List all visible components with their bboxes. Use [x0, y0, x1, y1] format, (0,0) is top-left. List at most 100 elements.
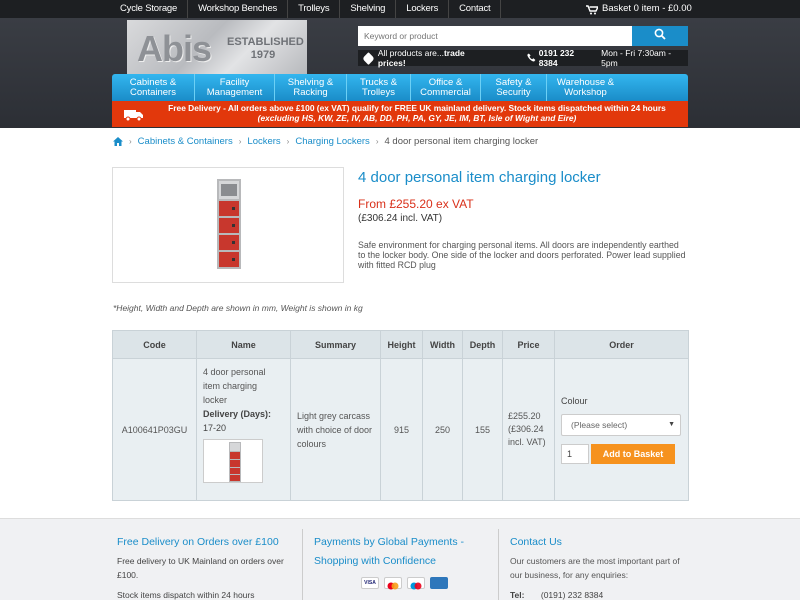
breadcrumb-current: 4 door personal item charging locker — [384, 136, 539, 147]
category-trucks-trolleys[interactable]: Trucks & Trolleys — [346, 74, 410, 101]
search-input[interactable] — [358, 26, 632, 46]
category-facility-management[interactable]: Facility Management — [194, 74, 274, 101]
category-label: Facility Management — [206, 76, 263, 98]
home-icon[interactable] — [113, 137, 123, 146]
product-image[interactable] — [112, 167, 344, 283]
tel-number[interactable]: (0191) 232 8384 — [541, 590, 603, 600]
col-header-summary: Summary — [290, 330, 381, 359]
topnav-lockers[interactable]: Lockers — [395, 0, 448, 18]
phone-info: 0191 232 8384 Mon - Fri 7:30am - 5pm — [526, 48, 688, 68]
category-label: Warehouse & Workshop — [556, 76, 615, 98]
delivery-days-label: Delivery (Days): — [203, 409, 272, 419]
footer-delivery: Free Delivery on Orders over £100 Free d… — [117, 533, 289, 600]
breadcrumb-charging-lockers[interactable]: Charging Lockers — [295, 136, 369, 147]
category-cabinets-containers[interactable]: Cabinets & Containers — [112, 74, 194, 101]
footer-contact-tel: Tel: (0191) 232 8384 — [510, 588, 690, 600]
top-nav: Cycle Storage Workshop Benches Trolleys … — [110, 0, 502, 18]
topnav-contact[interactable]: Contact — [448, 0, 502, 18]
chevron-right-icon: › — [238, 137, 242, 146]
category-label: Office & Commercial — [420, 76, 471, 98]
cell-order: Colour (Please select) ▼ 1 Add to Basket — [554, 358, 689, 501]
opening-hours: Mon - Fri 7:30am - 5pm — [601, 48, 672, 68]
colour-label: Colour — [561, 395, 588, 406]
american-express-icon — [430, 577, 448, 589]
category-safety-security[interactable]: Safety & Security — [480, 74, 546, 101]
category-office-commercial[interactable]: Office & Commercial — [410, 74, 480, 101]
col-header-code: Code — [112, 330, 197, 359]
product-name: 4 door personal item charging locker — [203, 367, 266, 405]
delivery-main: Free Delivery - All orders above £100 (e… — [168, 103, 666, 113]
trade-text: All products are...trade prices! — [378, 48, 493, 68]
breadcrumb-lockers[interactable]: Lockers — [247, 136, 280, 147]
col-header-width: Width — [422, 330, 463, 359]
delivery-banner: Free Delivery - All orders above £100 (e… — [112, 101, 688, 127]
product-price: From £255.20 ex VAT — [358, 197, 474, 211]
cell-price: £255.20 (£306.24 incl. VAT) — [502, 358, 555, 501]
product-description: Safe environment for charging personal i… — [358, 240, 686, 270]
chevron-right-icon: › — [375, 137, 379, 146]
tel-label: Tel: — [510, 590, 525, 600]
delivery-text: Free Delivery - All orders above £100 (e… — [152, 103, 682, 123]
product-title: 4 door personal item charging locker — [358, 169, 601, 186]
add-to-basket-button[interactable]: Add to Basket — [591, 443, 675, 464]
cell-name: 4 door personal item charging locker Del… — [196, 358, 291, 501]
col-header-height: Height — [380, 330, 423, 359]
colour-select[interactable]: (Please select) ▼ — [561, 413, 681, 436]
topnav-trolleys[interactable]: Trolleys — [287, 0, 339, 18]
product-price-vat: (£306.24 incl. VAT) — [358, 213, 443, 224]
trade-banner: All products are...trade prices! 0191 23… — [358, 48, 688, 68]
category-warehouse-workshop[interactable]: Warehouse & Workshop — [546, 74, 624, 101]
trade-text-normal: All products are... — [377, 48, 444, 58]
row-price: £255.20 — [508, 411, 541, 421]
basket-summary: Basket 0 item - £0.00 — [602, 3, 692, 14]
col-header-depth: Depth — [462, 330, 503, 359]
category-label: Shelving & Racking — [287, 76, 334, 98]
chevron-right-icon: › — [129, 137, 132, 146]
category-label: Safety & Security — [495, 76, 532, 98]
logo-established-year: 1979 — [250, 49, 276, 61]
dimensions-note: *Height, Width and Depth are shown in mm… — [113, 303, 363, 313]
footer-contact-text: Our customers are the most important par… — [510, 556, 680, 580]
topnav-shelving[interactable]: Shelving — [339, 0, 395, 18]
footer-dispatch-text: Stock items dispatch within 24 hours — [117, 590, 255, 600]
col-header-name: Name — [196, 330, 291, 359]
footer-divider — [302, 529, 303, 600]
mastercard-icon — [384, 577, 402, 590]
breadcrumb-cabinets-containers[interactable]: Cabinets & Containers — [138, 136, 233, 147]
top-bar: Cycle Storage Workshop Benches Trolleys … — [0, 0, 800, 18]
cell-width: 250 — [422, 358, 463, 501]
table-header-row: Code Name Summary Height Width Depth Pri… — [112, 330, 689, 359]
table-row: A100641P03GU 4 door personal item chargi… — [112, 358, 689, 501]
logo-established-label: ESTABLISHED — [227, 36, 304, 48]
search-icon — [654, 27, 666, 45]
breadcrumb: › Cabinets & Containers › Lockers › Char… — [113, 136, 538, 147]
search-button[interactable] — [632, 26, 688, 46]
footer: Free Delivery on Orders over £100 Free d… — [0, 518, 800, 600]
payment-cards: VISA — [361, 577, 486, 590]
cell-depth: 155 — [462, 358, 503, 501]
truck-icon — [124, 108, 144, 122]
footer-contact-title: Contact Us — [510, 536, 562, 548]
col-header-price: Price — [502, 330, 555, 359]
col-header-order: Order — [554, 330, 689, 359]
cart-icon — [586, 4, 600, 15]
logo-established: ESTABLISHED 1979 — [227, 36, 304, 62]
basket-link[interactable]: Basket 0 item - £0.00 — [586, 0, 692, 18]
footer-delivery-text: Free delivery to UK Mainland on orders o… — [117, 556, 284, 580]
quantity-input[interactable]: 1 — [561, 443, 589, 464]
cell-summary: Light grey carcass with choice of door c… — [290, 358, 381, 501]
cell-code: A100641P03GU — [112, 358, 197, 501]
product-thumbnail[interactable] — [203, 439, 263, 483]
category-shelving-racking[interactable]: Shelving & Racking — [274, 74, 346, 101]
phone-number: 0191 232 8384 — [538, 48, 575, 68]
category-label: Cabinets & Containers — [129, 76, 177, 98]
locker-illustration — [217, 179, 241, 269]
logo-text: Abis — [137, 28, 212, 69]
topnav-workshop-benches[interactable]: Workshop Benches — [187, 0, 287, 18]
category-nav: Cabinets & Containers Facility Management … — [112, 74, 688, 101]
phone-icon — [526, 52, 536, 64]
topnav-cycle-storage[interactable]: Cycle Storage — [110, 0, 187, 18]
footer-contact: Contact Us Our customers are the most im… — [510, 533, 690, 600]
row-price-vat: (£306.24 incl. VAT) — [508, 424, 546, 447]
price-tag-icon — [362, 51, 375, 65]
